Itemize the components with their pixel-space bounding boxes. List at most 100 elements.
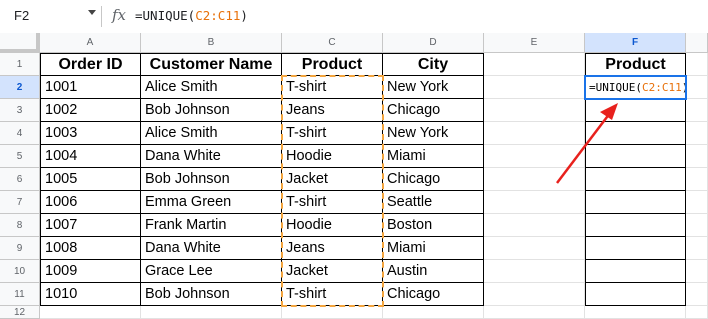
spreadsheet-grid[interactable]: A B C D E F 1 2 3 4 5 6 7 8 9 10 11 12 Order ID Customer Na…: [0, 33, 708, 319]
row-header-1[interactable]: 1: [0, 53, 40, 76]
cell[interactable]: [686, 53, 708, 76]
table-cell[interactable]: Dana White: [141, 237, 282, 260]
row-header-11[interactable]: 11: [0, 283, 40, 306]
cell[interactable]: [484, 191, 585, 214]
cell[interactable]: [383, 306, 484, 319]
table-cell[interactable]: Chicago: [383, 168, 484, 191]
result-header-cell[interactable]: Product: [585, 53, 686, 76]
table-header-cell[interactable]: Order ID: [40, 53, 141, 76]
table-cell[interactable]: T-shirt: [282, 283, 383, 306]
table-cell[interactable]: Frank Martin: [141, 214, 282, 237]
table-cell[interactable]: 1001: [40, 76, 141, 99]
row-header-8[interactable]: 8: [0, 214, 40, 237]
cell[interactable]: [484, 237, 585, 260]
row-header-5[interactable]: 5: [0, 145, 40, 168]
cell[interactable]: [484, 99, 585, 122]
table-cell[interactable]: Hoodie: [282, 145, 383, 168]
table-cell[interactable]: Alice Smith: [141, 122, 282, 145]
column-header-a[interactable]: A: [40, 33, 141, 53]
table-cell[interactable]: Bob Johnson: [141, 99, 282, 122]
row-header-9[interactable]: 9: [0, 237, 40, 260]
cell[interactable]: [484, 260, 585, 283]
row-header-4[interactable]: 4: [0, 122, 40, 145]
result-cell[interactable]: [585, 260, 686, 283]
table-cell[interactable]: 1005: [40, 168, 141, 191]
cell[interactable]: [686, 237, 708, 260]
table-cell[interactable]: Bob Johnson: [141, 168, 282, 191]
cell[interactable]: [282, 306, 383, 319]
table-cell[interactable]: Miami: [383, 237, 484, 260]
table-cell[interactable]: Emma Green: [141, 191, 282, 214]
cell[interactable]: [686, 99, 708, 122]
cell[interactable]: [484, 306, 585, 319]
table-cell[interactable]: Seattle: [383, 191, 484, 214]
active-formula-cell[interactable]: =UNIQUE(C2:C11): [585, 76, 686, 99]
result-cell[interactable]: [585, 145, 686, 168]
row-header-3[interactable]: 3: [0, 99, 40, 122]
select-all-corner[interactable]: [0, 33, 40, 53]
column-header-f[interactable]: F: [585, 33, 686, 53]
cell[interactable]: [686, 168, 708, 191]
cell[interactable]: [686, 145, 708, 168]
table-cell[interactable]: New York: [383, 76, 484, 99]
table-cell[interactable]: Grace Lee: [141, 260, 282, 283]
cell[interactable]: [484, 76, 585, 99]
table-header-cell[interactable]: City: [383, 53, 484, 76]
table-cell[interactable]: Jacket: [282, 260, 383, 283]
result-cell[interactable]: [585, 191, 686, 214]
table-cell[interactable]: Miami: [383, 145, 484, 168]
formula-input[interactable]: =UNIQUE(C2:C11): [135, 8, 248, 23]
cell[interactable]: [484, 145, 585, 168]
column-header-b[interactable]: B: [141, 33, 282, 53]
cell[interactable]: [686, 260, 708, 283]
table-cell[interactable]: 1002: [40, 99, 141, 122]
result-cell[interactable]: [585, 214, 686, 237]
row-header-10[interactable]: 10: [0, 260, 40, 283]
row-header-7[interactable]: 7: [0, 191, 40, 214]
table-cell[interactable]: T-shirt: [282, 191, 383, 214]
table-cell[interactable]: 1010: [40, 283, 141, 306]
cell[interactable]: [585, 306, 686, 319]
column-header-d[interactable]: D: [383, 33, 484, 53]
table-cell[interactable]: Jeans: [282, 99, 383, 122]
result-cell[interactable]: [585, 237, 686, 260]
result-cell[interactable]: [585, 168, 686, 191]
table-cell[interactable]: T-shirt: [282, 122, 383, 145]
table-cell[interactable]: Austin: [383, 260, 484, 283]
table-cell[interactable]: Alice Smith: [141, 76, 282, 99]
cell[interactable]: [141, 306, 282, 319]
table-cell[interactable]: 1009: [40, 260, 141, 283]
table-cell[interactable]: Jacket: [282, 168, 383, 191]
row-header-2[interactable]: 2: [0, 76, 40, 99]
table-cell[interactable]: Chicago: [383, 99, 484, 122]
result-cell[interactable]: [585, 99, 686, 122]
column-header-e[interactable]: E: [484, 33, 585, 53]
table-cell[interactable]: 1007: [40, 214, 141, 237]
cell[interactable]: [484, 122, 585, 145]
table-cell[interactable]: T-shirt: [282, 76, 383, 99]
table-cell[interactable]: Bob Johnson: [141, 283, 282, 306]
table-header-cell[interactable]: Product: [282, 53, 383, 76]
cell[interactable]: [686, 76, 708, 99]
cell[interactable]: [484, 283, 585, 306]
dropdown-arrow-icon[interactable]: [88, 10, 96, 15]
cell[interactable]: [686, 214, 708, 237]
result-cell[interactable]: [585, 122, 686, 145]
table-cell[interactable]: Hoodie: [282, 214, 383, 237]
cell[interactable]: [484, 214, 585, 237]
result-cell[interactable]: [585, 283, 686, 306]
table-cell[interactable]: New York: [383, 122, 484, 145]
row-header-6[interactable]: 6: [0, 168, 40, 191]
cell[interactable]: [686, 191, 708, 214]
cell[interactable]: [484, 168, 585, 191]
cell[interactable]: [484, 53, 585, 76]
cell[interactable]: [686, 122, 708, 145]
table-cell[interactable]: Boston: [383, 214, 484, 237]
table-cell[interactable]: Dana White: [141, 145, 282, 168]
table-cell[interactable]: 1004: [40, 145, 141, 168]
cell[interactable]: [686, 306, 708, 319]
cell[interactable]: [686, 283, 708, 306]
table-cell[interactable]: 1006: [40, 191, 141, 214]
table-cell[interactable]: Chicago: [383, 283, 484, 306]
table-cell[interactable]: Jeans: [282, 237, 383, 260]
